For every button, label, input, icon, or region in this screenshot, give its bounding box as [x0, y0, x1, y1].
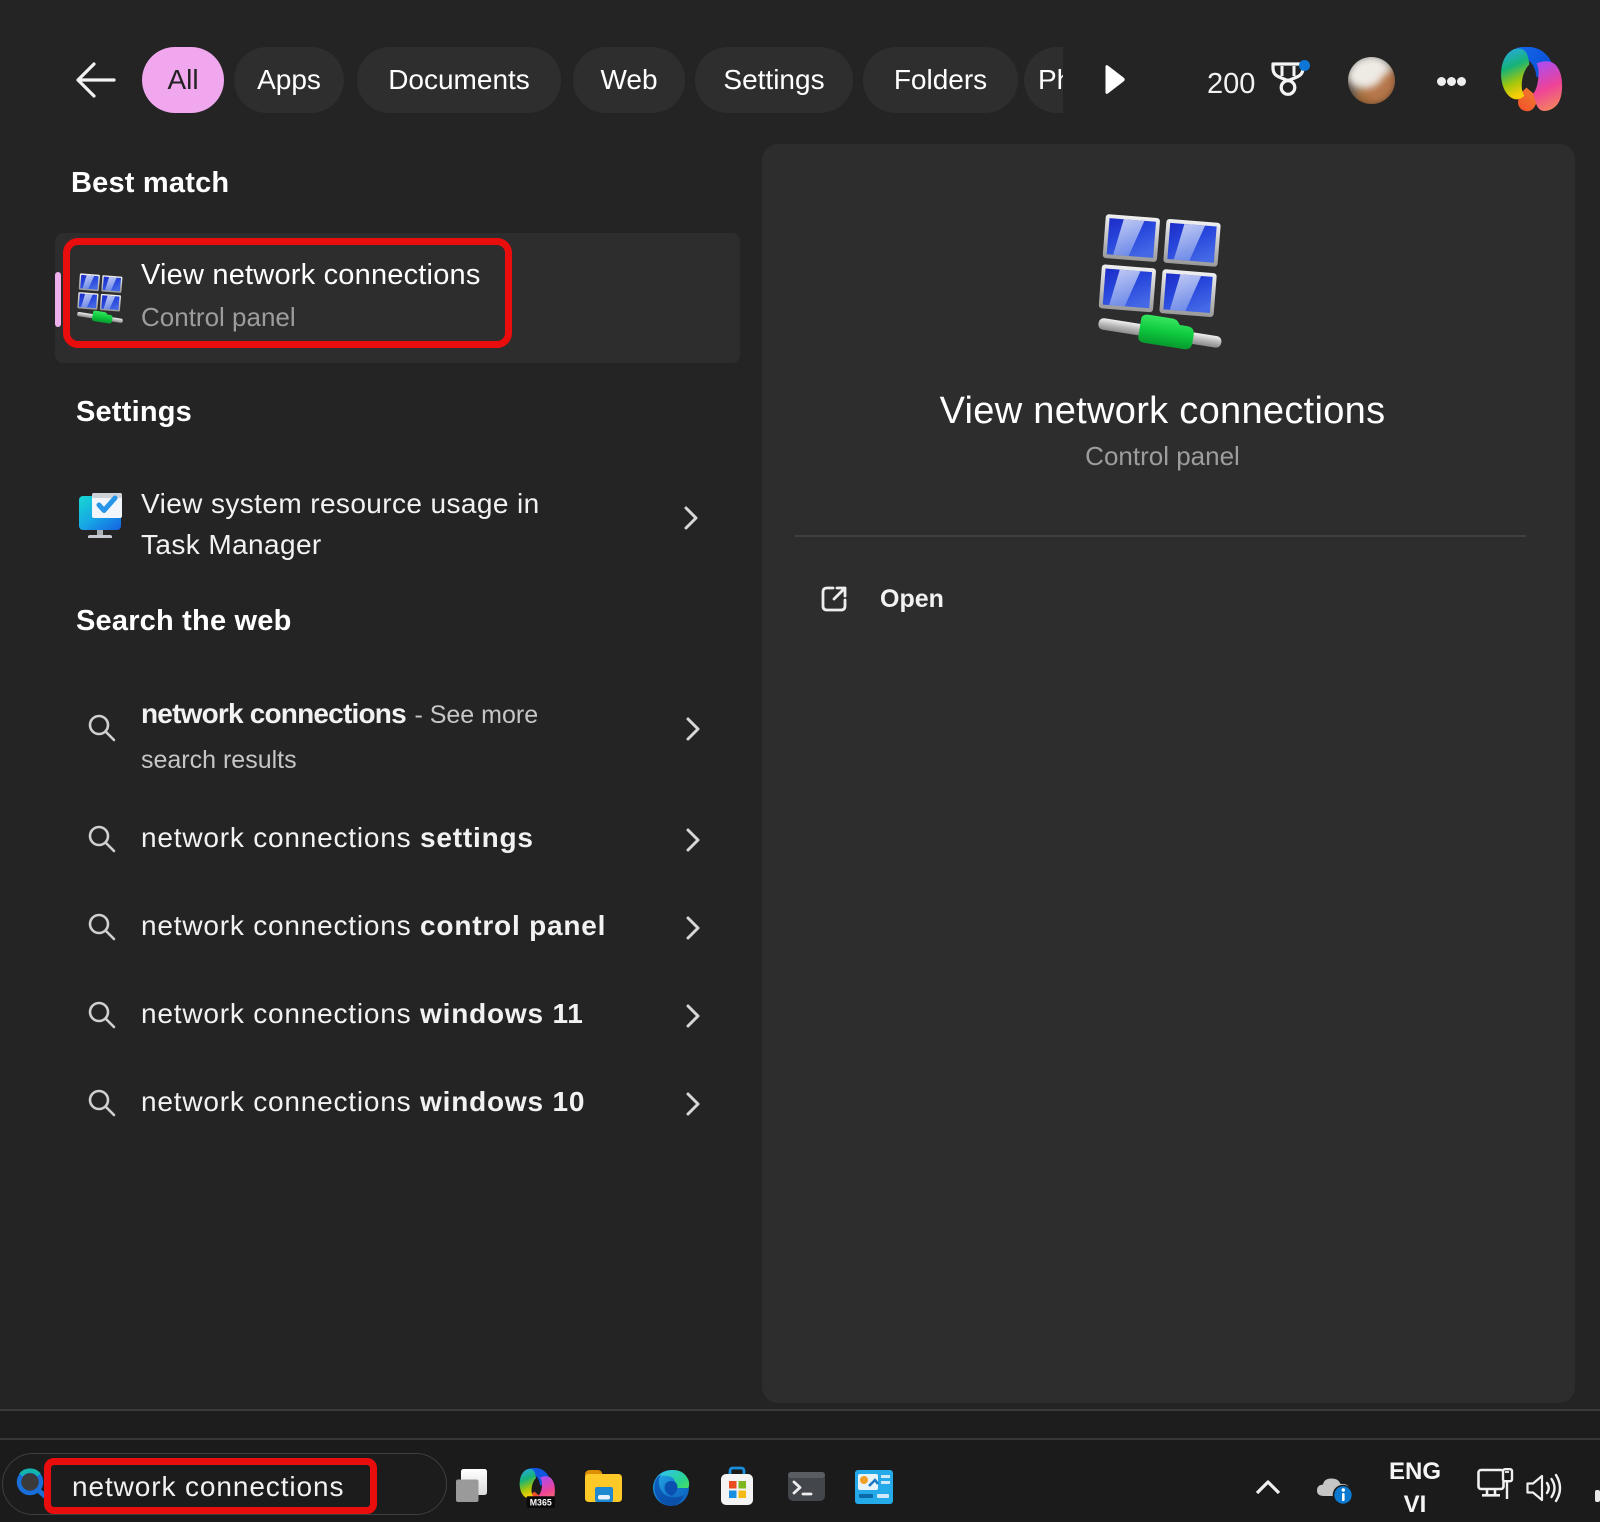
svg-text:M365: M365	[530, 1498, 552, 1508]
